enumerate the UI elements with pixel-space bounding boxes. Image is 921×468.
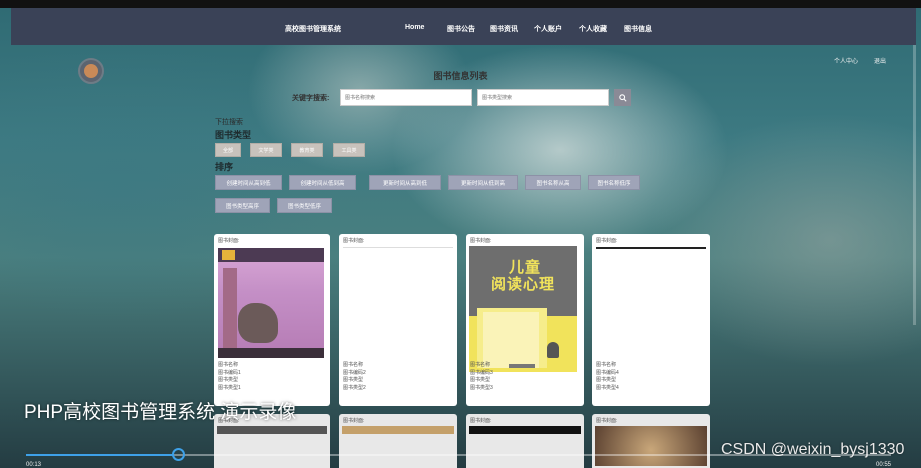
cover-label: 图书封面: [343,418,365,424]
book-name: 图书名称 [218,362,239,368]
card-divider [343,247,453,248]
book-type-value: 图书类型3 [470,384,493,391]
book-card[interactable]: 图书封面: [592,414,710,468]
sort-created-asc[interactable]: 创建时间从低到高 [289,175,356,190]
type-chip-tools[interactable]: 工具类 [333,143,365,157]
book-code: 图书编码2 [343,369,366,376]
book-card[interactable]: 图书封面: 图书名称 图书编码1 图书类型 图书类型1 [214,234,330,406]
sort-updated-asc[interactable]: 更新时间从低到高 [448,175,518,190]
nav-favorites[interactable]: 个人收藏 [579,24,607,34]
book-cover-image [342,426,454,434]
book-type: 图书类型 [596,377,617,383]
book-cover-image [469,426,581,434]
user-center-link[interactable]: 个人中心 [834,56,858,65]
watermark: CSDN @weixin_bysj1330 [721,441,905,458]
book-meta: 图书名称 图书编码2 图书类型 图书类型2 [343,362,366,392]
book-meta: 图书名称 图书编码1 图书类型 图书类型1 [218,362,241,392]
video-overlay-title: PHP高校图书管理系统 演示录像 [24,402,297,423]
cover-label: 图书封面: [218,238,240,244]
search-icon [618,93,627,102]
cover-label: 图书封面: [596,418,618,424]
book-card[interactable]: 图书封面: 图书名称 图书编码4 图书类型 图书类型4 [592,234,710,406]
type-chip-education[interactable]: 教育类 [291,143,323,157]
book-cover-image [218,248,324,358]
search-button[interactable] [614,89,631,106]
cover-label: 图书封面: [470,418,492,424]
video-progress-fill [26,454,174,456]
nav-announcements[interactable]: 图书公告 [447,24,475,34]
book-type: 图书类型 [470,377,491,383]
sort-name-asc[interactable]: 图书名称低序 [588,175,640,190]
sort-created-desc[interactable]: 创建时间从高到低 [215,175,282,190]
book-name: 图书名称 [343,362,364,368]
book-type: 图书类型 [343,377,364,383]
video-progress-handle[interactable] [172,448,185,461]
nav-account[interactable]: 个人账户 [534,24,562,34]
total-time: 00:55 [876,462,892,468]
sort-heading: 排序 [215,162,234,172]
type-heading: 图书类型 [215,130,252,140]
nav-news[interactable]: 图书资讯 [490,24,518,34]
book-card[interactable]: 图书封面: [339,414,457,468]
cover-title-line2: 阅读心理 [491,276,556,293]
book-name: 图书名称 [596,362,617,368]
sort-name-desc[interactable]: 图书名称从高 [525,175,581,190]
book-meta: 图书名称 图书编码4 图书类型 图书类型4 [596,362,619,392]
app-title: 高校图书管理系统 [285,26,341,33]
sort-updated-desc[interactable]: 更新时间从高到低 [369,175,441,190]
cover-label: 图书封面: [596,238,618,244]
book-code: 图书编码3 [470,369,493,376]
page-title: 图书信息列表 [433,71,488,81]
card-divider [596,247,706,249]
book-type-value: 图书类型2 [343,384,366,391]
book-code: 图书编码1 [218,369,241,376]
type-chip-all[interactable]: 全部 [215,143,241,157]
book-type: 图书类型 [218,377,239,383]
book-cover-image [595,426,707,466]
navbar: 高校图书管理系统 Home 图书公告 图书资讯 个人账户 个人收藏 图书信息 [11,8,916,45]
book-cover-image: 儿童 阅读心理 [469,246,577,372]
sort-type-desc[interactable]: 图书类型高序 [215,198,270,213]
window-top-strip [0,0,921,8]
search-label: 关键字搜索: [292,95,330,102]
book-name: 图书名称 [470,362,491,368]
cover-label: 图书封面: [343,238,365,244]
nav-home[interactable]: Home [405,24,424,31]
book-card[interactable]: 图书封面: 图书名称 图书编码2 图书类型 图书类型2 [339,234,457,406]
book-type-search-input[interactable] [477,89,609,106]
page-scrollbar[interactable] [913,45,916,325]
sort-type-asc[interactable]: 图书类型低序 [277,198,332,213]
book-name-search-input[interactable] [340,89,472,106]
book-type-value: 图书类型1 [218,384,241,391]
type-chip-literature[interactable]: 文学类 [250,143,282,157]
book-cover-image [217,426,327,434]
book-code: 图书编码4 [596,369,619,376]
book-type-value: 图书类型4 [596,384,619,391]
book-card[interactable]: 图书封面: [466,414,584,468]
book-card[interactable]: 图书封面: 儿童 阅读心理 图书名称 图书编码3 图书类型 图书类型3 [466,234,584,406]
dropdown-search-label: 下拉搜索 [215,119,243,126]
nav-book-info[interactable]: 图书信息 [624,24,652,34]
logout-link[interactable]: 退出 [874,56,886,65]
current-time: 00:13 [26,462,42,468]
cover-label: 图书封面: [470,238,492,244]
book-meta: 图书名称 图书编码3 图书类型 图书类型3 [470,362,493,392]
